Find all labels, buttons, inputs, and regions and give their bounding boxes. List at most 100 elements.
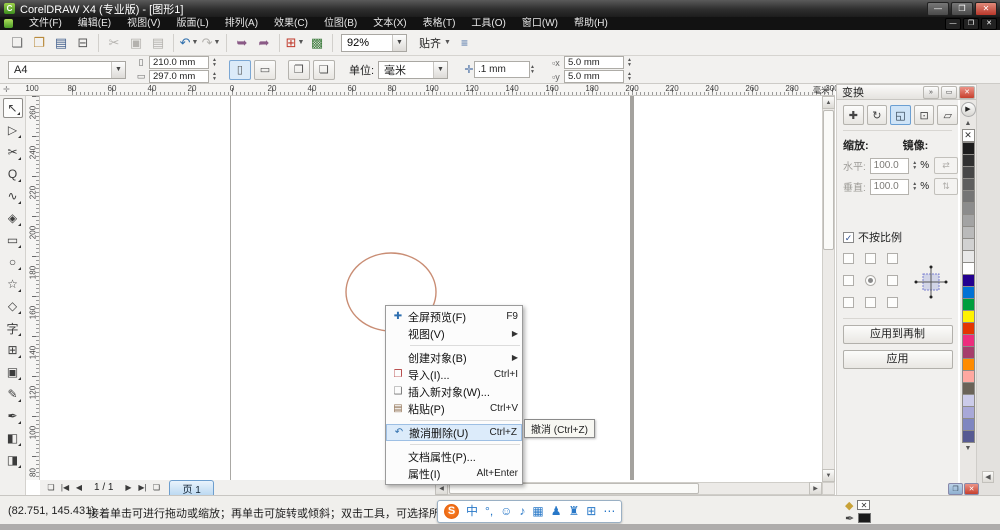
doc-close-button[interactable]: ✕	[981, 18, 997, 30]
anchor-center-radio[interactable]	[865, 275, 876, 286]
ime-voice-icon[interactable]: ♪	[519, 501, 525, 522]
chevron-down-icon[interactable]: ▼	[297, 39, 304, 46]
vertical-ruler[interactable]: 26024022020018016014012010080	[26, 96, 40, 480]
ime-emoticon-icon[interactable]: ☺	[500, 501, 512, 522]
context-menu-item[interactable]: 创建对象(B)▶	[386, 349, 522, 366]
add-page-button[interactable]: ❏	[149, 481, 163, 494]
freehand-tool[interactable]: ∿	[3, 186, 23, 206]
mirror-vertical-button[interactable]: ⇅	[934, 178, 958, 195]
chevron-down-icon[interactable]: ▼	[111, 62, 125, 78]
undo-button[interactable]: ↶▼	[179, 33, 199, 53]
next-page-button[interactable]: ▶	[121, 481, 135, 494]
previous-page-button[interactable]: ◀	[72, 481, 86, 494]
scroll-down-button[interactable]: ▼	[822, 469, 835, 482]
smart-fill-tool[interactable]: ◈	[3, 208, 23, 228]
text-tool[interactable]: 字	[3, 318, 23, 338]
menu-item[interactable]: 表格(T)	[415, 17, 464, 30]
units-combo[interactable]: 毫米 ▼	[378, 61, 448, 79]
import-button[interactable]: ➥	[232, 33, 252, 53]
outline-tool[interactable]: ✒	[3, 406, 23, 426]
horizontal-scale-field[interactable]: 100.0	[870, 158, 910, 174]
new-document-button[interactable]: ❏	[7, 33, 27, 53]
duplicate-y-field[interactable]: 5.0 mm	[564, 70, 624, 83]
page-tab[interactable]: 页 1	[169, 480, 213, 495]
blend-tool[interactable]: ▣	[3, 362, 23, 382]
print-button[interactable]: ⊟	[73, 33, 93, 53]
menu-item[interactable]: 效果(C)	[266, 17, 316, 30]
zoom-level-combo[interactable]: 92% ▼	[341, 34, 407, 52]
shape-tool[interactable]: ▷	[3, 120, 23, 140]
ime-mode-chinese[interactable]: 中	[466, 501, 478, 522]
transform-scale-mirror-button[interactable]: ◱	[890, 105, 911, 125]
scroll-up-button[interactable]: ▲	[822, 96, 835, 109]
menu-item[interactable]: 排列(A)	[217, 17, 266, 30]
paper-width-spinner[interactable]: ▲▼	[212, 58, 217, 68]
mirror-horizontal-button[interactable]: ⇄	[934, 157, 958, 174]
rectangle-tool[interactable]: ▭	[3, 230, 23, 250]
table-tool[interactable]: ⊞	[3, 340, 23, 360]
duplicate-x-spinner[interactable]: ▲▼	[627, 58, 632, 68]
chevron-down-icon[interactable]: ▼	[191, 39, 198, 46]
paper-width-field[interactable]: 210.0 mm	[149, 56, 209, 69]
basic-shapes-tool[interactable]: ◇	[3, 296, 23, 316]
anchor-checkbox[interactable]	[843, 297, 854, 308]
ime-skin-icon[interactable]: ♜	[569, 501, 580, 522]
anchor-checkbox[interactable]	[843, 275, 854, 286]
ime-more-button[interactable]: ⋯	[603, 501, 615, 522]
menu-item[interactable]: 文件(F)	[21, 17, 70, 30]
docker-chevron-icon[interactable]: »	[923, 86, 939, 99]
menu-item[interactable]: 版面(L)	[168, 17, 216, 30]
anchor-checkbox[interactable]	[887, 297, 898, 308]
vertical-scale-field[interactable]: 100.0	[870, 179, 910, 195]
duplicate-x-field[interactable]: 5.0 mm	[564, 56, 624, 69]
minimize-button[interactable]: —	[927, 2, 949, 16]
anchor-checkbox[interactable]	[887, 253, 898, 264]
first-page-button[interactable]: |◀	[58, 481, 72, 494]
horizontal-scale-spinner[interactable]: ▲▼	[912, 161, 917, 171]
nonproportional-checkbox[interactable]: ✓	[843, 232, 854, 243]
context-menu-item[interactable]: ❑插入新对象(W)...	[386, 383, 522, 400]
anchor-checkbox[interactable]	[865, 297, 876, 308]
scroll-right-button[interactable]: ▶	[809, 482, 822, 495]
last-page-button[interactable]: ▶|	[135, 481, 149, 494]
docker-mini-close-button[interactable]: ✕	[964, 483, 979, 495]
application-launcher-button[interactable]: ⊞▼	[285, 33, 305, 53]
zoom-tool[interactable]: Q	[3, 164, 23, 184]
transform-skew-button[interactable]: ▱	[937, 105, 958, 125]
apply-button[interactable]: 应用	[843, 350, 953, 369]
anchor-checkbox[interactable]	[843, 253, 854, 264]
paper-preset-combo[interactable]: A4 ▼	[8, 61, 126, 79]
chevron-down-icon[interactable]: ▼	[433, 62, 447, 78]
transform-position-button[interactable]: ✚	[843, 105, 864, 125]
menu-item[interactable]: 帮助(H)	[566, 17, 616, 30]
welcome-screen-button[interactable]: ▩	[307, 33, 327, 53]
apply-to-duplicate-button[interactable]: 应用到再制	[843, 325, 953, 344]
context-menu-item[interactable]: ❐导入(I)...Ctrl+I	[386, 366, 522, 383]
sogou-logo-icon[interactable]: S	[444, 504, 459, 519]
context-menu-item[interactable]: 文档属性(P)...	[386, 448, 522, 465]
color-swatch[interactable]	[962, 430, 975, 443]
nudge-field[interactable]: .1 mm	[474, 61, 530, 78]
context-menu-item[interactable]: 视图(V)▶	[386, 325, 522, 342]
restore-button[interactable]: ❐	[951, 2, 973, 16]
menu-item[interactable]: 文本(X)	[365, 17, 414, 30]
chevron-down-icon[interactable]: ▼	[392, 35, 406, 51]
horizontal-ruler[interactable]: 毫米 1008060402002040608010012014016018020…	[40, 84, 835, 96]
page-options-button[interactable]: ❏	[44, 481, 58, 494]
palette-scroll-up-button[interactable]: ▲	[965, 119, 972, 129]
snap-dropdown[interactable]: 贴齐 ▼ ≡	[419, 35, 468, 51]
context-menu-item[interactable]: ↶撤消删除(U)Ctrl+Z	[386, 424, 522, 441]
options-button[interactable]: ≡	[461, 36, 468, 50]
save-button[interactable]: ▤	[51, 33, 71, 53]
chevron-down-icon[interactable]: ▼	[444, 39, 451, 46]
transform-size-button[interactable]: ⊡	[914, 105, 935, 125]
context-menu-item[interactable]: ▤粘贴(P)Ctrl+V	[386, 400, 522, 417]
menu-item[interactable]: 工具(O)	[463, 17, 513, 30]
current-page-button[interactable]: ❏	[313, 60, 335, 80]
eyedropper-tool[interactable]: ✎	[3, 384, 23, 404]
doc-minimize-button[interactable]: —	[945, 18, 961, 30]
anchor-checkbox[interactable]	[887, 275, 898, 286]
landscape-button[interactable]: ▭	[254, 60, 276, 80]
duplicate-y-spinner[interactable]: ▲▼	[627, 72, 632, 82]
polygon-tool[interactable]: ☆	[3, 274, 23, 294]
